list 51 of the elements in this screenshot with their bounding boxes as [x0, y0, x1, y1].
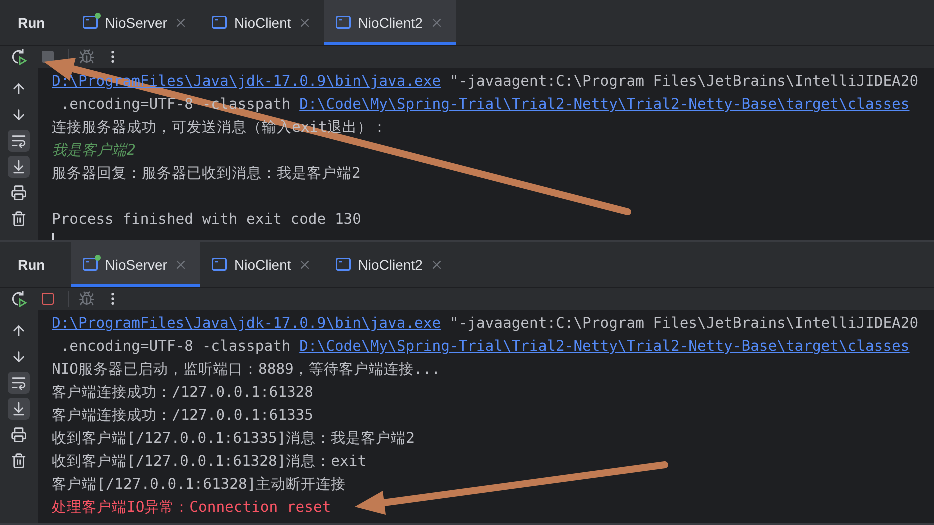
console-text: "-javaagent:C:\Program Files\JetBrains\IntelliJIDEA20	[448, 73, 919, 90]
printer-icon	[11, 427, 27, 443]
printer-icon	[11, 185, 27, 201]
rerun-icon[interactable]	[10, 48, 28, 66]
console-line: 客户端连接成功：/127.0.0.1:61328	[52, 383, 314, 403]
trash-icon	[11, 211, 27, 227]
scroll-to-end-button[interactable]	[8, 398, 30, 420]
rerun-icon[interactable]	[10, 290, 28, 308]
console-text: .encoding=UTF-8 -classpath	[60, 338, 292, 355]
console-error-line: 处理客户端IO异常：Connection reset	[52, 498, 332, 518]
soft-wrap-button[interactable]	[8, 130, 30, 152]
bug-icon[interactable]	[79, 49, 95, 65]
console-input-line: 我是客户端2	[52, 141, 137, 161]
down-arrow-icon	[11, 107, 27, 123]
file-path-link[interactable]: D:\ProgramFiles\Java\jdk-17.0.9\bin\java.exe	[52, 315, 442, 332]
run-tab[interactable]: NioClient	[200, 242, 324, 287]
file-path-link[interactable]: D:\Code\My\Spring-Trial\Trial2-Netty\Trial2-Netty-Base\target\classes	[300, 96, 910, 113]
window-icon	[336, 258, 352, 271]
up-arrow-icon	[11, 323, 27, 339]
stop-button[interactable]	[42, 293, 54, 305]
console-line: Process finished with exit code 130	[52, 210, 362, 230]
console-text: "-javaagent:C:\Program Files\JetBrains\IntelliJIDEA20	[448, 315, 919, 332]
soft-wrap-button[interactable]	[8, 372, 30, 394]
up-arrow-icon	[11, 81, 27, 97]
window-icon	[212, 16, 228, 29]
wrap-lines-icon	[11, 375, 27, 391]
trash-icon	[11, 453, 27, 469]
console-line: 服务器回复：服务器已收到消息：我是客户端2	[52, 164, 362, 184]
run-label: Run	[18, 256, 46, 272]
console-line: NIO服务器已启动，监听端口：8889，等待客户端连接...	[52, 360, 442, 380]
console-line: 收到客户端[/127.0.0.1:61335]消息：我是客户端2	[52, 429, 416, 449]
scroll-to-end-button[interactable]	[8, 156, 30, 178]
window-icon	[212, 258, 228, 271]
window-icon	[83, 16, 98, 29]
wrap-lines-icon	[11, 133, 27, 149]
window-icon	[336, 16, 352, 29]
console-line: 客户端[/127.0.0.1:61328]主动断开连接	[52, 475, 348, 495]
run-tab[interactable]: NioClient	[200, 0, 324, 45]
run-label: Run	[18, 14, 46, 30]
run-tab[interactable]: NioServer	[71, 0, 200, 45]
window-icon	[83, 258, 98, 271]
file-path-link[interactable]: D:\Code\My\Spring-Trial\Trial2-Netty\Trial2-Netty-Base\target\classes	[300, 338, 910, 355]
run-tab[interactable]: NioClient2	[324, 242, 456, 287]
console-line: 客户端连接成功：/127.0.0.1:61335	[52, 406, 314, 426]
bug-icon[interactable]	[79, 291, 95, 307]
console-line: 收到客户端[/127.0.0.1:61328]消息：exit	[52, 452, 368, 472]
arrow-to-line-icon	[11, 401, 27, 417]
down-arrow-icon	[11, 349, 27, 365]
run-tab[interactable]: NioServer	[71, 242, 200, 287]
arrow-to-line-icon	[11, 159, 27, 175]
run-tab[interactable]: NioClient2	[324, 0, 456, 45]
